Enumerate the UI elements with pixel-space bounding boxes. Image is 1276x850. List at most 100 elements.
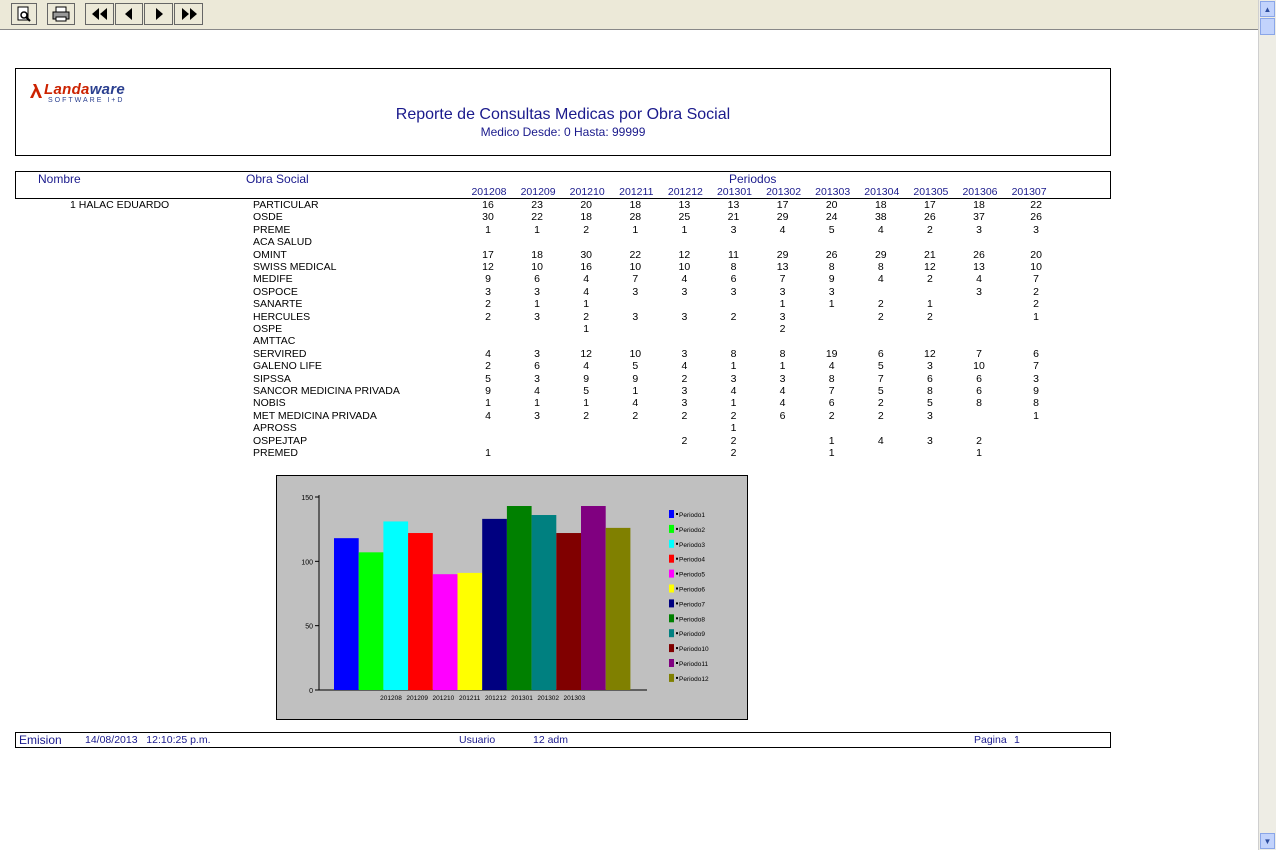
- chevron-up-icon: ▲: [1263, 4, 1272, 14]
- table-cell: 2: [926, 273, 933, 286]
- table-cell: 25: [678, 211, 691, 224]
- table-cell: 1: [632, 385, 639, 397]
- table-cell: 17: [482, 248, 494, 261]
- table-cell: 10: [629, 261, 642, 273]
- y-tick-label: 50: [305, 624, 313, 631]
- row-obra-social: OSPEJTAP: [253, 434, 308, 447]
- table-cell: 3: [485, 285, 491, 298]
- bar-periodo3: [383, 521, 409, 690]
- table-cell: 8: [976, 397, 982, 410]
- table-cell: 2: [583, 223, 590, 236]
- legend-swatch: [669, 510, 674, 518]
- legend-label: Periodo7: [679, 601, 705, 608]
- period-header: 201208: [471, 186, 507, 198]
- table-cell: 9: [828, 273, 835, 286]
- table-cell: 37: [973, 211, 985, 224]
- table-cell: 6: [779, 409, 786, 422]
- table-cell: 3: [681, 347, 688, 360]
- table-cell: 10: [1030, 261, 1042, 273]
- table-cell: 6: [534, 360, 541, 373]
- legend-swatch: [669, 614, 674, 623]
- table-cell: 9: [1033, 385, 1040, 397]
- table-cell: 3: [534, 372, 541, 385]
- scroll-down-button[interactable]: ▼: [1260, 833, 1275, 849]
- table-cell: 4: [779, 223, 786, 236]
- period-header: 201307: [1011, 186, 1047, 198]
- table-cell: 1: [534, 397, 541, 410]
- print-button[interactable]: [47, 3, 75, 25]
- period-header: 201306: [962, 186, 998, 198]
- bar-periodo9: [531, 515, 557, 690]
- table-cell: 6: [730, 273, 737, 286]
- table-cell: 4: [779, 385, 786, 397]
- legend-label: Periodo11: [679, 661, 709, 668]
- table-cell: 2: [877, 310, 884, 323]
- legend-bullet: [676, 542, 678, 545]
- table-cell: 30: [482, 211, 494, 224]
- table-cell: 8: [1033, 397, 1040, 410]
- bar-periodo1: [334, 538, 359, 690]
- prev-page-button[interactable]: [115, 3, 143, 25]
- last-page-button[interactable]: [174, 3, 203, 25]
- table-cell: 2: [681, 372, 688, 385]
- preview-button[interactable]: [11, 3, 37, 25]
- period-header: 201302: [766, 186, 802, 198]
- preview-icon: [17, 6, 31, 22]
- period-header: 201209: [520, 186, 556, 198]
- table-cell: 4: [828, 360, 835, 373]
- table-cell: 1: [632, 223, 639, 236]
- row-obra-social: APROSS: [253, 422, 297, 435]
- scroll-up-button[interactable]: ▲: [1260, 1, 1275, 17]
- bar-periodo7: [482, 518, 507, 690]
- usuario-value: 12 adm: [533, 734, 569, 746]
- legend-label: Periodo6: [679, 587, 705, 594]
- table-cell: 4: [779, 397, 786, 410]
- vertical-scrollbar[interactable]: ▲ ▼: [1258, 0, 1276, 850]
- table-cell: 2: [681, 434, 688, 447]
- bar-periodo8: [506, 506, 532, 690]
- table-cell: 9: [632, 372, 639, 385]
- table-cell: 24: [825, 211, 838, 224]
- y-tick-label: 0: [309, 688, 313, 695]
- table-cell: 7: [828, 385, 835, 397]
- table-cell: 1: [534, 223, 541, 236]
- row-obra-social: GALENO LIFE: [253, 360, 322, 373]
- table-cell: 29: [776, 211, 789, 224]
- next-page-button[interactable]: [144, 3, 173, 25]
- first-page-button[interactable]: [85, 3, 114, 25]
- table-cell: 9: [485, 273, 491, 286]
- table-cell: 1: [730, 360, 737, 373]
- table-cell: 13: [678, 199, 691, 211]
- table-cell: 4: [534, 385, 541, 397]
- row-obra-social: OMINT: [253, 248, 287, 261]
- table-cell: 8: [779, 347, 786, 360]
- scroll-thumb[interactable]: [1260, 18, 1275, 35]
- bar-periodo2: [358, 552, 384, 690]
- table-cell: 1: [583, 298, 590, 311]
- table-cell: 3: [681, 285, 688, 298]
- table-cell: 22: [629, 248, 642, 261]
- table-cell: 18: [874, 199, 887, 211]
- table-cell: 28: [629, 211, 642, 224]
- table-cell: 3: [534, 285, 541, 298]
- chevron-down-icon: ▼: [1263, 836, 1272, 846]
- legend-swatch: [669, 659, 674, 667]
- table-cell: 12: [482, 261, 494, 273]
- x-tick-label: 201211: [459, 695, 481, 702]
- table-cell: 2: [681, 409, 688, 422]
- legend-swatch: [669, 524, 674, 533]
- table-cell: 3: [926, 409, 933, 422]
- row-obra-social: PARTICULAR: [253, 199, 319, 211]
- emision-label: Emision: [19, 733, 62, 747]
- x-tick-label: 201209: [406, 695, 428, 702]
- table-cell: 1: [828, 447, 835, 459]
- table-cell: 8: [828, 372, 835, 385]
- table-cell: 5: [926, 397, 933, 410]
- row-obra-social: OSDE: [253, 211, 283, 224]
- table-cell: 26: [924, 211, 936, 224]
- legend-bullet: [676, 527, 678, 530]
- table-cell: 18: [580, 211, 593, 224]
- table-cell: 2: [730, 310, 737, 323]
- legend-label: Periodo9: [679, 631, 705, 638]
- emision-value: 14/08/2013 12:10:25 p.m.: [85, 734, 211, 746]
